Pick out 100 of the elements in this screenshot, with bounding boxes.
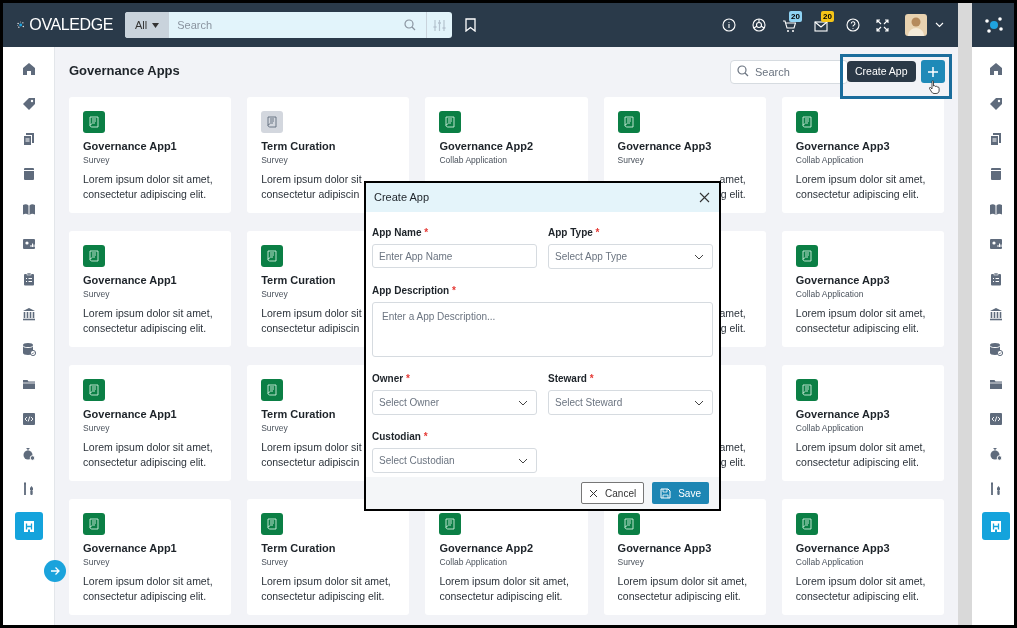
card-description: consectetur adipiscing elit. [795,589,919,604]
dropdown-field[interactable]: Select Custodian [372,448,537,473]
tag-icon [21,97,36,111]
chevron-down-icon [694,253,704,260]
card-title: Term Curation [261,407,336,421]
card-description: Lorem ipsum dolor sit [261,172,362,187]
card-description: consectetur adipiscin [261,321,360,336]
tooltip: Create App [847,61,916,82]
avatar[interactable] [905,14,927,36]
card-title: Governance App2 [439,139,534,153]
card-description: Lorem ipsum dolor sit amet, [83,172,213,187]
field-label: Steward * [548,372,595,386]
chevron-down-icon [694,399,704,406]
card-description: g elit. [720,321,746,336]
app-card[interactable]: Governance App1 Survey Lorem ipsum dolor sit amet, consectetur adipiscing elit. [69,365,232,481]
scope-dropdown[interactable]: All [125,12,170,38]
search-bar[interactable]: All Search [125,12,452,38]
nav-item[interactable] [982,512,1010,540]
dropdown-field[interactable]: Select Steward [548,390,713,415]
save-icon [660,487,672,499]
card-title: Governance App3 [795,541,890,555]
card-description: consectetur adipiscing elit. [83,589,207,604]
card-description: consectetur adipiscing elit. [795,321,919,336]
app-card[interactable]: Governance App1 Survey Lorem ipsum dolor sit amet, consectetur adipiscing elit. [69,231,232,347]
card-description: consectetur adipiscing elit. [83,187,207,202]
count-badge: 20 [789,11,802,22]
card-title: Governance App1 [83,541,177,555]
field-label: Custodian * [372,430,429,444]
card-subtitle: Survey [83,422,110,434]
card-title: Term Curation [261,273,336,287]
home-icon [21,62,36,76]
home-icon [989,62,1003,76]
card-title: Governance App1 [83,407,177,421]
card-description: Lorem ipsum dolor sit [261,306,362,321]
info-icon[interactable] [722,18,736,32]
cancel-button[interactable]: Cancel [581,482,645,504]
card-description: Lorem ipsum dolor sit amet, [439,574,569,589]
help-icon[interactable] [846,18,860,32]
app-card[interactable]: Governance App3 Collab Application Lorem ipsum dolor sit amet, consectetur adipiscing elit. [781,231,944,347]
card-subtitle: Survey [617,556,645,568]
documents-icon [21,132,36,146]
app-card[interactable]: Governance App3 Collab Application Lorem ipsum dolor sit amet, consectetur adipiscing elit. [781,365,944,481]
card-subtitle: Survey [83,288,110,300]
card-subtitle: Survey [261,154,288,166]
search-input[interactable]: Search [169,12,404,38]
app-card[interactable]: Term Curation Survey Lorem ipsum dolor sit amet, consectetur adipiscing elit. [247,499,410,615]
search-icon [737,64,749,77]
tools-icon [21,482,36,496]
app-card[interactable]: Governance App3 Collab Application Lorem ipsum dolor sit amet, consectetur adipiscing elit. [781,499,944,615]
input-field[interactable]: Enter App Name [372,244,537,268]
save-button[interactable]: Save [652,482,709,504]
card-description: Lorem ipsum dolor sit [261,440,362,455]
card-title: Governance App1 [83,139,177,153]
chevron-down-icon[interactable] [935,22,944,28]
app-card[interactable]: Governance App1 Survey Lorem ipsum dolor sit amet, consectetur adipiscing elit. [69,97,232,213]
plus-icon [927,65,939,78]
card-subtitle: Survey [261,288,288,300]
description-field[interactable]: Enter a App Description... [372,302,713,357]
close-button[interactable] [699,191,711,204]
card-subtitle: Survey [83,154,110,166]
chevron-down-icon [518,457,528,464]
card-subtitle: Collab Application [795,422,864,434]
nav-item[interactable] [14,512,43,540]
card-description: g elit. [720,455,746,470]
create-app-button[interactable] [921,60,945,83]
fullscreen-icon[interactable] [876,18,889,32]
cart-icon[interactable] [782,19,796,33]
mail-icon[interactable] [814,19,828,33]
card-title: Term Curation [261,541,336,555]
stopwatch-icon [21,447,36,461]
app-card[interactable]: Governance App3 Survey Lorem ipsum dolor sit amet, consectetur adipiscing elit. [603,499,766,615]
card-description: g elit. [720,187,746,202]
card-subtitle: Collab Application [795,154,864,166]
card-description: consectetur adipiscing elit. [795,455,919,470]
app-card[interactable]: Governance App1 Survey Lorem ipsum dolor sit amet, consectetur adipiscing elit. [69,499,232,615]
card-description: consectetur adipiscing elit. [439,589,563,604]
card-description: Lorem ipsum dolor sit amet, [83,574,213,589]
card-title: Governance App3 [795,273,890,287]
dropdown-field[interactable]: Select App Type [548,244,713,269]
card-description: consectetur adipiscing elit. [83,321,207,336]
dropdown-field[interactable]: Select Owner [372,390,537,415]
app-card[interactable]: Governance App3 Collab Application Lorem ipsum dolor sit amet, consectetur adipiscing elit. [781,97,944,213]
search-field[interactable]: Search [730,59,848,84]
bookmark-icon[interactable] [465,18,476,32]
card-title: Governance App3 [795,407,890,421]
logo-icon [984,15,1004,35]
logo-text: OVALEDGE [29,15,113,35]
aperture-icon[interactable] [752,18,766,32]
card-subtitle: Collab Application [795,556,864,568]
bank-icon [989,307,1003,321]
card-title: Governance App2 [439,541,534,555]
close-icon [699,192,710,203]
folder-icon [21,377,36,391]
code-icon [989,412,1003,426]
chevron-down-icon [518,399,528,406]
database-check-icon [989,342,1003,356]
code-icon [21,412,36,426]
card-description: Lorem ipsum dolor sit amet, [795,306,926,321]
field-label: App Type * [548,226,601,240]
stopwatch-icon [989,447,1003,461]
